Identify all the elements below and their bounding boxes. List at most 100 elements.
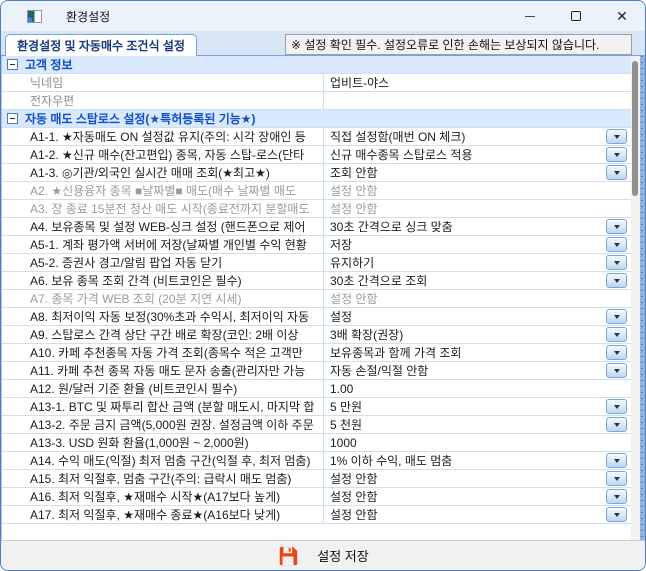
setting-label: A13-1. BTC 및 짜투리 합산 금액 (분할 매도시, 마지막 합 (22, 398, 324, 415)
chevron-down-icon (614, 153, 620, 157)
row-gutter (2, 434, 22, 451)
vertical-scrollbar[interactable] (631, 56, 640, 540)
setting-label: A13-3. USD 원화 환율(1,000원 ~ 2,000원) (22, 434, 324, 451)
setting-label: A3. 장 종료 15분전 청산 매도 시작(종료전까지 분할매도 (22, 200, 324, 217)
dropdown-button[interactable] (606, 453, 627, 468)
setting-value[interactable]: 30초 간격으로 싱크 맞춤 (324, 218, 631, 235)
setting-value[interactable]: 업비트-야스 (324, 74, 631, 91)
setting-value[interactable]: 설정 안함 (324, 182, 631, 199)
setting-value[interactable]: 유지하기 (324, 254, 631, 271)
dropdown-button[interactable] (606, 507, 627, 522)
dropdown-button[interactable] (606, 345, 627, 360)
setting-value[interactable]: 30초 간격으로 조회 (324, 272, 631, 289)
setting-row: 전자우편 (2, 92, 631, 110)
dropdown-button[interactable] (606, 363, 627, 378)
scrollbar-thumb[interactable] (632, 61, 638, 196)
setting-row: A4. 보유종목 및 설정 WEB-싱크 설정 (핸드폰으로 제어 30초 간격… (2, 218, 631, 236)
dropdown-button[interactable] (606, 309, 627, 324)
setting-value[interactable]: 3배 확장(권장) (324, 326, 631, 343)
setting-value[interactable]: 설정 안함 (324, 506, 631, 523)
setting-value[interactable]: 5 만원 (324, 398, 631, 415)
setting-label: A17. 최저 익절후, ★재매수 종료★(A16보다 낮게) (22, 506, 324, 523)
setting-row: 닉네임 업비트-야스 (2, 74, 631, 92)
dropdown-button[interactable] (606, 417, 627, 432)
window-controls: ✕ (507, 1, 645, 31)
row-gutter (2, 254, 22, 271)
chevron-down-icon (614, 369, 620, 373)
setting-value[interactable]: 5 천원 (324, 416, 631, 433)
dropdown-button[interactable] (606, 255, 627, 270)
maximize-icon (571, 11, 581, 21)
setting-value[interactable]: 설정 (324, 308, 631, 325)
setting-value[interactable]: 자동 손절/익절 안함 (324, 362, 631, 379)
close-icon: ✕ (616, 9, 628, 23)
setting-value[interactable]: 설정 안함 (324, 488, 631, 505)
dropdown-button[interactable] (606, 237, 627, 252)
setting-row: A3. 장 종료 15분전 청산 매도 시작(종료전까지 분할매도 설정 안함 (2, 200, 631, 218)
collapse-minus-icon[interactable] (7, 113, 18, 124)
setting-value[interactable]: 1% 이하 수익, 매도 멈춤 (324, 452, 631, 469)
setting-value[interactable]: 설정 안함 (324, 290, 631, 307)
setting-value[interactable]: 조회 안함 (324, 164, 631, 181)
dropdown-button[interactable] (606, 471, 627, 486)
setting-value[interactable]: 저장 (324, 236, 631, 253)
setting-row: A13-1. BTC 및 짜투리 합산 금액 (분할 매도시, 마지막 합 5 … (2, 398, 631, 416)
dropdown-button[interactable] (606, 273, 627, 288)
tab-settings[interactable]: 환경설정 및 자동매수 조건식 설정 (5, 34, 197, 56)
save-settings-button[interactable]: 설정 저장 (277, 545, 368, 567)
setting-row: A8. 최저이익 자동 보정(30%초과 수익시, 최저이익 자동 설정 (2, 308, 631, 326)
setting-row: A1-2. ★신규 매수(잔고편입) 종목, 자동 스탑-로스(단타 신규 매수… (2, 146, 631, 164)
setting-row: A16. 최저 익절후, ★재매수 시작★(A17보다 높게) 설정 안함 (2, 488, 631, 506)
title-bar[interactable]: 환경설정 ✕ (1, 1, 645, 31)
setting-label: A16. 최저 익절후, ★재매수 시작★(A17보다 높게) (22, 488, 324, 505)
section-header-row: 자동 매도 스탑로스 설정(★특허등록된 기능★) (2, 110, 631, 128)
warning-banner: ※ 설정 확인 필수. 설정오류로 인한 손해는 보상되지 않습니다. (285, 34, 632, 55)
setting-label: A5-1. 계좌 평가액 서버에 저장(날짜별 개인별 수익 현황 (22, 236, 324, 253)
settings-window: 환경설정 ✕ 환경설정 및 자동매수 조건식 설정 ※ 설정 확인 필수. 설정… (0, 0, 646, 571)
setting-row: A10. 카페 추천종목 자동 가격 조회(종목수 적은 고객만 보유종목과 함… (2, 344, 631, 362)
maximize-button[interactable] (553, 1, 599, 31)
setting-row: A12. 원/달러 기준 환율 (비트코인시 필수) 1.00 (2, 380, 631, 398)
row-gutter (2, 200, 22, 217)
row-gutter (2, 326, 22, 343)
setting-row: A15. 최저 익절후, 멈춤 구간(주의: 급락시 매도 멈춤) 설정 안함 (2, 470, 631, 488)
collapse-minus-icon[interactable] (7, 59, 18, 70)
setting-value[interactable]: 1.00 (324, 380, 631, 397)
chevron-down-icon (614, 243, 620, 247)
window-title: 환경설정 (66, 8, 110, 25)
setting-row: A2. ★신용융자 종목 ■날짜별■ 매도(매수 날짜별 매도 설정 안함 (2, 182, 631, 200)
minimize-icon (525, 16, 535, 17)
dropdown-button[interactable] (606, 165, 627, 180)
setting-value[interactable]: 설정 안함 (324, 470, 631, 487)
setting-value[interactable]: 신규 매수종목 스탑로스 적용 (324, 146, 631, 163)
dropdown-button[interactable] (606, 327, 627, 342)
row-gutter (2, 488, 22, 505)
dropdown-button[interactable] (606, 147, 627, 162)
setting-value[interactable]: 직접 설정함(매번 ON 체크) (324, 128, 631, 145)
close-button[interactable]: ✕ (599, 1, 645, 31)
setting-label: A15. 최저 익절후, 멈춤 구간(주의: 급락시 매도 멈춤) (22, 470, 324, 487)
row-gutter (2, 182, 22, 199)
setting-row: A13-2. 주문 금지 금액(5,000원 권장. 설정금액 이하 주문 5 … (2, 416, 631, 434)
row-gutter (2, 344, 22, 361)
dropdown-button[interactable] (606, 399, 627, 414)
setting-label: A13-2. 주문 금지 금액(5,000원 권장. 설정금액 이하 주문 (22, 416, 324, 433)
setting-value[interactable]: 설정 안함 (324, 200, 631, 217)
setting-row: A1-1. ★자동매도 ON 설정값 유지(주의: 시각 장애인 등 직접 설정… (2, 128, 631, 146)
setting-value[interactable]: 보유종목과 함께 가격 조회 (324, 344, 631, 361)
dropdown-button[interactable] (606, 489, 627, 504)
chevron-down-icon (614, 477, 620, 481)
chevron-down-icon (614, 513, 620, 517)
setting-value[interactable]: 1000 (324, 434, 631, 451)
dropdown-button[interactable] (606, 219, 627, 234)
dropdown-button[interactable] (606, 129, 627, 144)
setting-value[interactable] (324, 92, 631, 109)
minimize-button[interactable] (507, 1, 553, 31)
setting-label: 닉네임 (22, 74, 324, 91)
row-gutter (2, 218, 22, 235)
chevron-down-icon (614, 315, 620, 319)
row-gutter (2, 506, 22, 523)
setting-row: A5-2. 증권사 경고/알림 팝업 자동 닫기 유지하기 (2, 254, 631, 272)
setting-row: A7. 종목 가격 WEB 조회 (20분 지연 시세) 설정 안함 (2, 290, 631, 308)
tab-bar: 환경설정 및 자동매수 조건식 설정 ※ 설정 확인 필수. 설정오류로 인한 … (1, 31, 645, 56)
